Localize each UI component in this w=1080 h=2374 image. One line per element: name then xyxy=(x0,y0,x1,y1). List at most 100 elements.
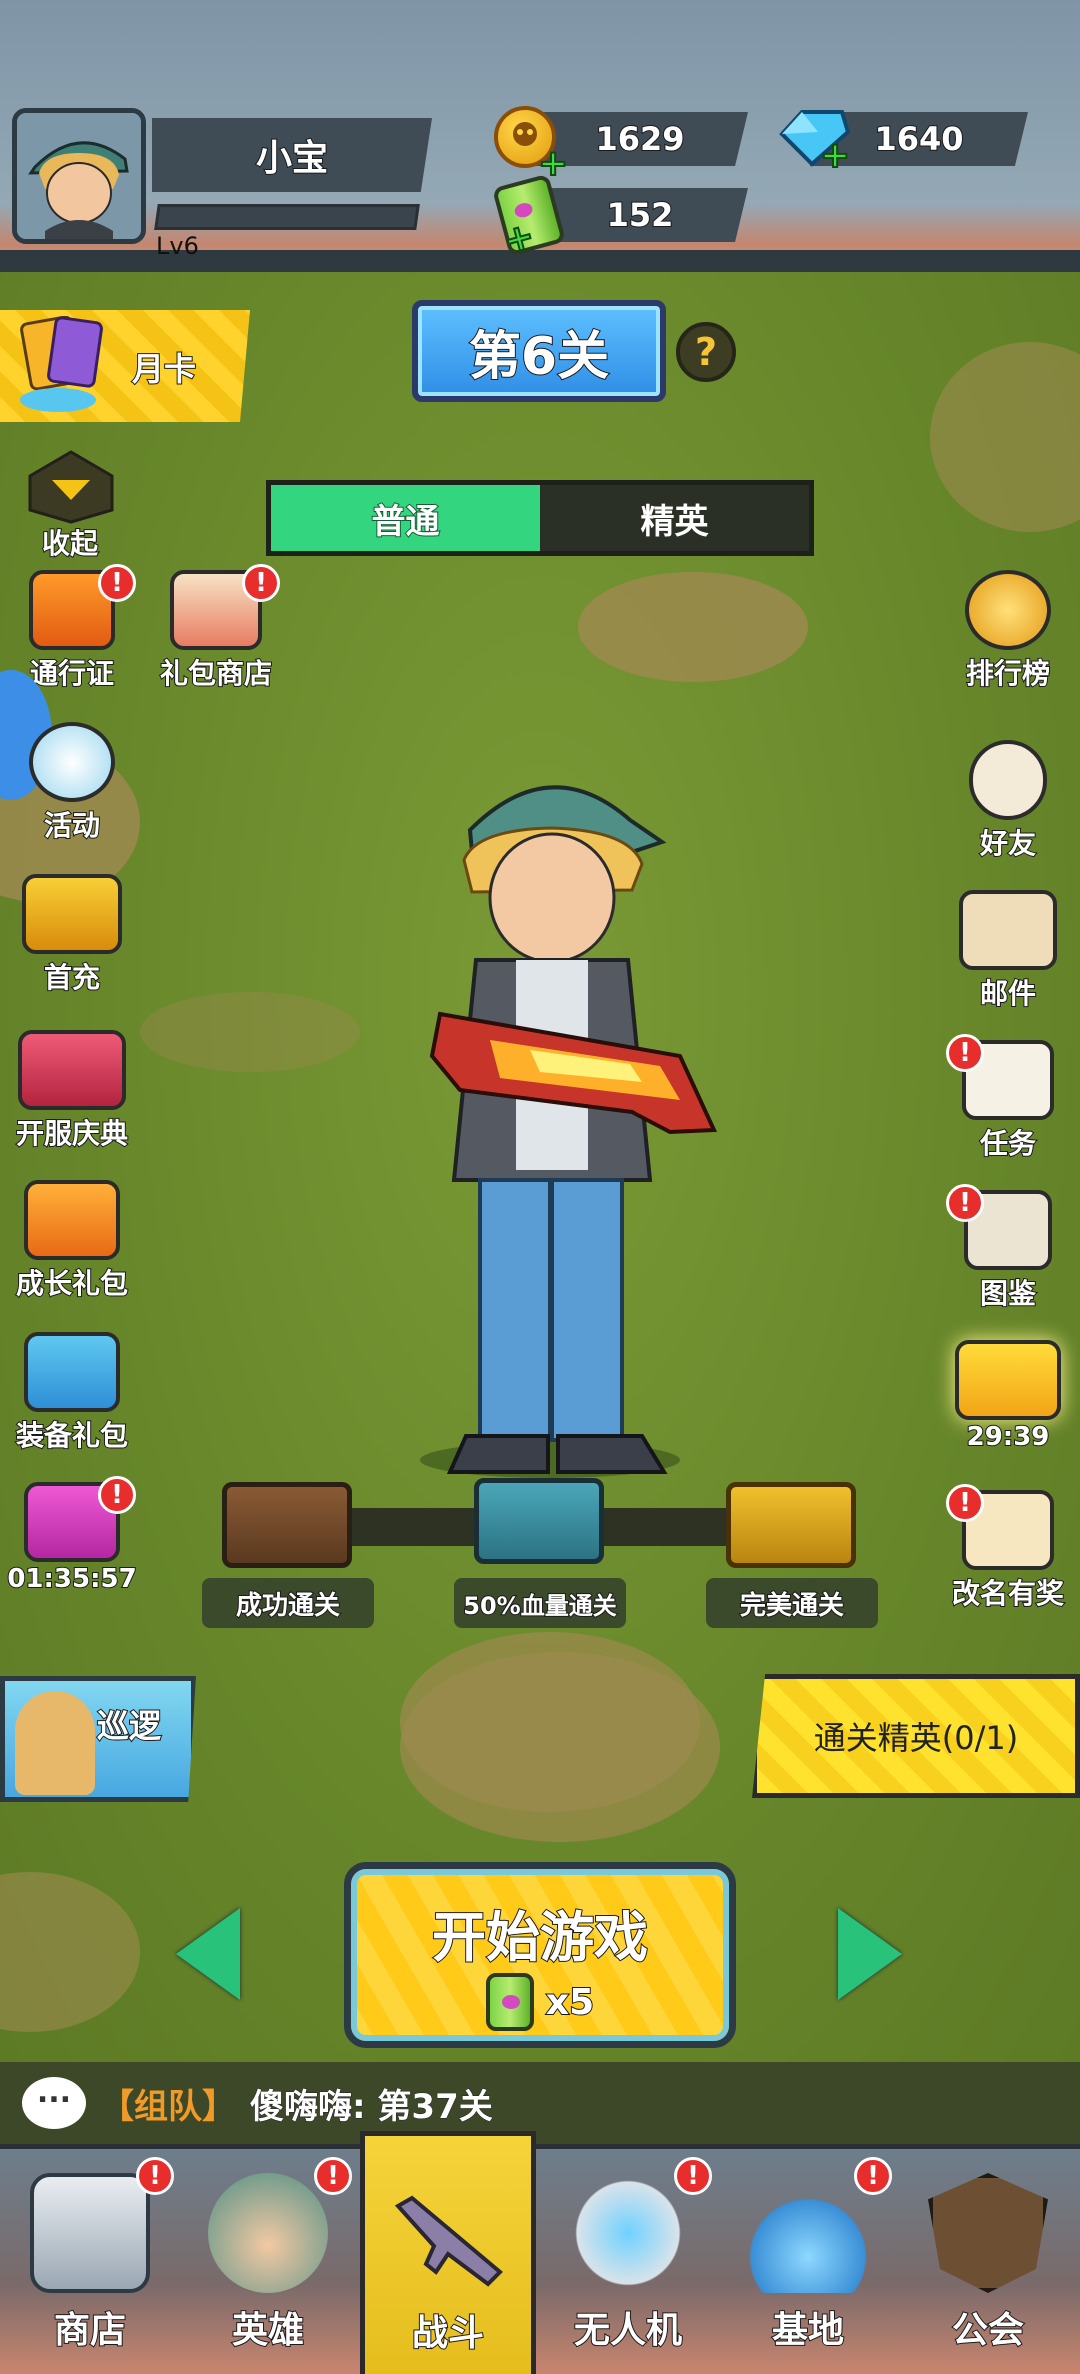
hero-portrait-icon xyxy=(208,2173,328,2293)
stage-title: 第6关 xyxy=(412,300,666,402)
friends-icon xyxy=(969,740,1047,820)
mail-button[interactable]: 邮件 xyxy=(938,890,1078,1012)
alert-badge-icon: ! xyxy=(946,1484,984,1522)
teal-chest-icon[interactable] xyxy=(474,1478,604,1564)
start-cost-value: x5 xyxy=(545,1981,595,2024)
timed-gift-countdown: 01:35:57 xyxy=(6,1563,137,1595)
gift-shop-label: 礼包商店 xyxy=(159,656,273,691)
rename-reward-label: 改名有奖 xyxy=(951,1576,1065,1611)
help-button[interactable]: ? xyxy=(676,322,736,382)
nav-hero-label: 英雄 xyxy=(231,2309,305,2352)
hero-character[interactable] xyxy=(380,760,720,1480)
timed-gift-button[interactable]: 01:35:57 ! xyxy=(2,1476,142,1595)
leaderboard-label: 排行榜 xyxy=(965,656,1051,691)
month-card-button[interactable]: 月卡 xyxy=(0,310,250,422)
codex-button[interactable]: 图鉴 ! xyxy=(938,1184,1078,1312)
red-chest-icon xyxy=(18,1030,126,1110)
alert-badge-icon: ! xyxy=(98,564,136,602)
wooden-chest-icon[interactable] xyxy=(222,1482,352,1568)
alert-badge-icon: ! xyxy=(674,2157,712,2195)
nav-base-label: 基地 xyxy=(771,2309,845,2352)
drone-icon xyxy=(568,2173,688,2293)
growth-pack-label: 成长礼包 xyxy=(15,1266,129,1301)
gold-skull-coin-icon[interactable]: + xyxy=(494,106,569,183)
alert-badge-icon: ! xyxy=(854,2157,892,2195)
nav-guild-label: 公会 xyxy=(951,2309,1025,2352)
tasks-label: 任务 xyxy=(979,1126,1037,1161)
xp-bar xyxy=(154,204,420,230)
blue-gem-icon[interactable]: + xyxy=(772,104,852,175)
reward-half-hp-label: 50%血量通关 xyxy=(454,1578,626,1628)
dome-base-icon xyxy=(748,2173,868,2293)
alert-badge-icon: ! xyxy=(946,1034,984,1072)
month-card-label: 月卡 xyxy=(131,349,197,389)
rifle-icon xyxy=(388,2176,508,2296)
gift-box-coins-icon xyxy=(24,1180,120,1260)
server-celebration-label: 开服庆典 xyxy=(15,1116,129,1151)
patrol-button[interactable]: 巡逻 xyxy=(0,1676,196,1802)
mail-label: 邮件 xyxy=(979,976,1037,1011)
tasks-button[interactable]: 任务 ! xyxy=(938,1034,1078,1162)
nav-battle[interactable]: 战斗 xyxy=(360,2131,536,2374)
event-button[interactable]: 活动 xyxy=(2,722,142,844)
patrol-hero-icon xyxy=(15,1691,95,1795)
month-card-icon xyxy=(18,315,108,412)
energy-counter: 152 xyxy=(532,188,748,242)
patrol-label: 巡逻 xyxy=(96,1706,162,1746)
store-icon xyxy=(30,2173,150,2293)
chat-channel: 【组队】 xyxy=(100,2086,236,2127)
timed-reward-countdown: 29:39 xyxy=(966,1421,1051,1453)
nav-shop[interactable]: 商店 ! xyxy=(2,2149,178,2374)
alert-badge-icon: ! xyxy=(136,2157,174,2195)
timed-reward-button[interactable]: 29:39 xyxy=(938,1340,1078,1453)
leaderboard-button[interactable]: 排行榜 xyxy=(938,570,1078,692)
nav-drone-label: 无人机 xyxy=(573,2309,683,2352)
nav-base[interactable]: 基地 ! xyxy=(720,2149,896,2374)
envelope-icon xyxy=(959,890,1057,970)
elite-clear-button[interactable]: 通关精英(0/1) xyxy=(752,1674,1080,1798)
megaphone-icon xyxy=(29,722,115,802)
chat-message: 傻嗨嗨: 第37关 xyxy=(250,2086,494,2127)
nav-hero[interactable]: 英雄 ! xyxy=(180,2149,356,2374)
trophy-chart-icon xyxy=(965,570,1051,650)
growth-pack-button[interactable]: 成长礼包 xyxy=(2,1180,142,1302)
reward-perfect-label: 完美通关 xyxy=(706,1578,878,1628)
server-celebration-button[interactable]: 开服庆典 xyxy=(2,1030,142,1152)
mode-tabs: 普通 精英 xyxy=(266,480,814,556)
gold-skull-chest-icon[interactable] xyxy=(726,1482,856,1568)
chevron-down-icon xyxy=(28,450,114,524)
event-label: 活动 xyxy=(43,808,101,843)
alert-badge-icon: ! xyxy=(314,2157,352,2195)
friends-button[interactable]: 好友 xyxy=(938,740,1078,862)
chat-bubble-icon[interactable] xyxy=(22,2075,86,2129)
first-recharge-label: 首充 xyxy=(43,960,101,995)
chat-bar[interactable]: 【组队】 傻嗨嗨: 第37关 xyxy=(0,2062,1080,2144)
energy-can-icon xyxy=(485,1973,534,2031)
nav-shop-label: 商店 xyxy=(53,2309,127,2352)
alert-badge-icon: ! xyxy=(242,564,280,602)
tab-elite[interactable]: 精英 xyxy=(540,485,809,551)
start-game-button[interactable]: 开始游戏 x5 xyxy=(344,1862,736,2048)
start-cost: x5 xyxy=(351,1973,729,2031)
gift-shop-button[interactable]: 礼包商店 ! xyxy=(146,564,286,692)
nav-drone[interactable]: 无人机 ! xyxy=(540,2149,716,2374)
equipment-pack-button[interactable]: 装备礼包 xyxy=(2,1332,142,1454)
reward-success-label: 成功通关 xyxy=(202,1578,374,1628)
tab-normal[interactable]: 普通 xyxy=(271,485,540,551)
player-avatar[interactable] xyxy=(12,108,146,244)
blue-gift-box-icon xyxy=(24,1332,120,1412)
bottom-nav: 商店 ! 英雄 ! 战斗 无人机 ! 基地 ! 公会 xyxy=(0,2131,1080,2374)
next-stage-arrow-icon[interactable] xyxy=(838,1908,902,2000)
nav-guild[interactable]: 公会 xyxy=(900,2149,1076,2374)
lock-icon xyxy=(928,2173,1048,2293)
prev-stage-arrow-icon[interactable] xyxy=(176,1908,240,2000)
equipment-pack-label: 装备礼包 xyxy=(15,1418,129,1453)
alert-badge-icon: ! xyxy=(946,1184,984,1222)
gold-gift-clock-icon xyxy=(955,1340,1061,1420)
alert-badge-icon: ! xyxy=(98,1476,136,1514)
codex-label: 图鉴 xyxy=(979,1276,1037,1311)
first-recharge-button[interactable]: 首充 xyxy=(2,874,142,996)
rename-reward-button[interactable]: 改名有奖 ! xyxy=(928,1484,1080,1612)
nav-battle-label: 战斗 xyxy=(411,2312,485,2355)
player-name: 小宝 xyxy=(152,118,432,192)
